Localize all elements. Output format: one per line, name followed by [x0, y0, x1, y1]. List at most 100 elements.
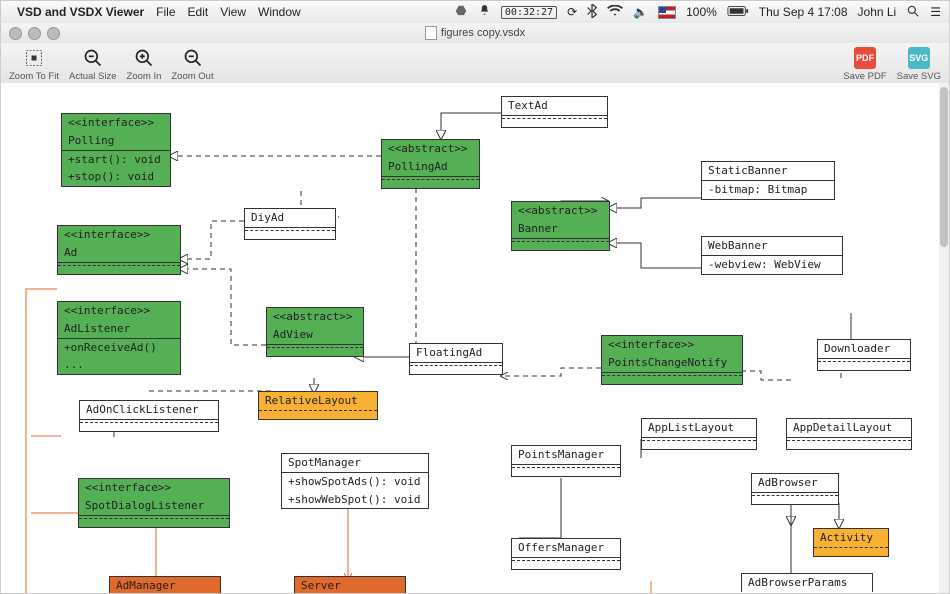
class-adview: <<abstract>> AdView: [266, 307, 364, 357]
save-pdf-button[interactable]: PDF Save PDF: [843, 45, 886, 82]
bluetooth-icon[interactable]: [587, 4, 597, 21]
class-pointschangenotify: <<interface>> PointsChangeNotify: [601, 335, 743, 385]
pdf-icon: PDF: [854, 47, 876, 69]
class-activity: Activity: [813, 528, 889, 557]
stereotype: <<interface>>: [58, 302, 180, 320]
menu-edit[interactable]: Edit: [188, 5, 209, 19]
zoom-in-label: Zoom In: [127, 71, 162, 82]
class-staticbanner: StaticBanner -bitmap: Bitmap: [701, 161, 835, 200]
class-appdetaillayout: AppDetailLayout: [786, 418, 912, 450]
field: -bitmap: Bitmap: [702, 181, 834, 199]
field: -webview: WebView: [702, 256, 842, 274]
user-name[interactable]: John Li: [858, 5, 897, 19]
class-webbanner: WebBanner -webview: WebView: [701, 236, 843, 275]
sync-icon[interactable]: ⟳: [567, 5, 577, 19]
macos-menubar: VSD and VSDX Viewer File Edit View Windo…: [1, 1, 949, 24]
class-name: AdListener: [58, 320, 180, 338]
bell-icon[interactable]: [478, 4, 491, 20]
class-name: PointsManager: [512, 446, 620, 464]
svg-icon: SVG: [908, 47, 930, 69]
class-name: SpotDialogListener: [79, 497, 229, 515]
zoom-in-button[interactable]: Zoom In: [127, 45, 162, 82]
diagram-canvas[interactable]: <<interface>> Polling +start(): void +st…: [1, 83, 939, 593]
class-name: AdManager: [110, 577, 220, 593]
class-name: AdOnClickListener: [80, 401, 218, 419]
save-svg-button[interactable]: SVG Save SVG: [897, 45, 941, 82]
stereotype: <<interface>>: [62, 114, 170, 132]
class-ad: <<interface>> Ad: [57, 225, 181, 275]
document-filename: figures copy.vsdx: [441, 27, 525, 39]
battery-percent[interactable]: 100%: [686, 5, 717, 19]
actual-size-button[interactable]: Actual Size: [69, 45, 117, 82]
method: +showWebSpot(): void: [282, 491, 428, 509]
class-pollingad: <<abstract>> PollingAd: [381, 139, 480, 189]
zoom-to-fit-label: Zoom To Fit: [9, 71, 59, 82]
window-controls[interactable]: [9, 27, 60, 40]
zoom-out-button[interactable]: Zoom Out: [171, 45, 213, 82]
class-textad: TextAd: [501, 96, 608, 128]
method: +showSpotAds(): void: [282, 473, 428, 491]
class-name: Server: [295, 577, 405, 593]
class-name: AppListLayout: [642, 419, 756, 437]
close-icon[interactable]: [9, 27, 22, 40]
vertical-scrollbar[interactable]: [939, 83, 949, 593]
scrollbar-thumb[interactable]: [940, 87, 948, 247]
class-name: FloatingAd: [410, 344, 502, 362]
actual-size-icon: [82, 47, 104, 69]
class-adlistener: <<interface>> AdListener +onReceiveAd() …: [57, 301, 181, 375]
class-relativelayout: RelativeLayout: [258, 391, 378, 420]
class-spotdialoglistener: <<interface>> SpotDialogListener: [78, 478, 230, 528]
class-name: AppDetailLayout: [787, 419, 911, 437]
minimize-icon[interactable]: [28, 27, 41, 40]
zoom-fit-icon: [23, 47, 45, 69]
wifi-icon[interactable]: [607, 5, 623, 20]
class-banner: <<abstract>> Banner: [511, 201, 610, 251]
app-window: VSD and VSDX Viewer File Edit View Windo…: [0, 0, 950, 594]
stereotype: <<abstract>>: [382, 140, 479, 158]
class-downloader: Downloader: [817, 339, 911, 371]
menu-file[interactable]: File: [156, 5, 175, 19]
menu-view[interactable]: View: [220, 5, 246, 19]
class-offersmanager: OffersManager: [511, 538, 621, 570]
class-name: PollingAd: [382, 158, 479, 176]
actual-size-label: Actual Size: [69, 71, 117, 82]
stereotype: <<abstract>>: [512, 202, 609, 220]
stereotype: <<interface>>: [58, 226, 180, 244]
battery-icon[interactable]: [727, 5, 749, 20]
date-time[interactable]: Thu Sep 4 17:08: [759, 5, 848, 19]
class-name: AdBrowser: [752, 474, 838, 492]
zoom-icon[interactable]: [47, 27, 60, 40]
zoom-to-fit-button[interactable]: Zoom To Fit: [9, 45, 59, 82]
class-floatingad: FloatingAd: [409, 343, 503, 375]
document-title: figures copy.vsdx: [425, 26, 525, 40]
method: +start(): void: [62, 151, 170, 169]
spotlight-icon[interactable]: [906, 4, 920, 21]
stereotype: <<abstract>>: [267, 308, 363, 326]
class-name: Ad: [58, 244, 180, 262]
class-name: AdView: [267, 326, 363, 344]
notifications-icon[interactable]: ☰: [930, 5, 941, 19]
zoom-out-icon: [182, 47, 204, 69]
class-diyad: DiyAd: [244, 208, 336, 240]
class-name: PointsChangeNotify: [602, 354, 742, 372]
zoom-out-label: Zoom Out: [171, 71, 213, 82]
zoom-in-icon: [133, 47, 155, 69]
input-flag-icon[interactable]: [658, 6, 676, 19]
class-adbrowser: AdBrowser: [751, 473, 839, 505]
class-spotmanager: SpotManager +showSpotAds(): void +showWe…: [281, 453, 429, 509]
window-titlebar: figures copy.vsdx: [1, 23, 949, 44]
file-icon: [425, 26, 437, 40]
class-server: Server: [294, 576, 406, 593]
class-adbrowserparams: AdBrowserParams: [741, 573, 873, 592]
class-name: SpotManager: [282, 454, 428, 472]
volume-icon[interactable]: 🔈: [633, 5, 648, 19]
class-name: Activity: [814, 529, 888, 547]
app-name[interactable]: VSD and VSDX Viewer: [17, 5, 144, 19]
menu-window[interactable]: Window: [258, 5, 301, 19]
method: +onReceiveAd(): [58, 339, 180, 357]
class-name: StaticBanner: [702, 162, 834, 180]
class-name: TextAd: [502, 97, 607, 115]
gdrive-icon[interactable]: [454, 4, 468, 21]
session-clock[interactable]: 00:32:27: [501, 6, 557, 19]
stereotype: <<interface>>: [79, 479, 229, 497]
